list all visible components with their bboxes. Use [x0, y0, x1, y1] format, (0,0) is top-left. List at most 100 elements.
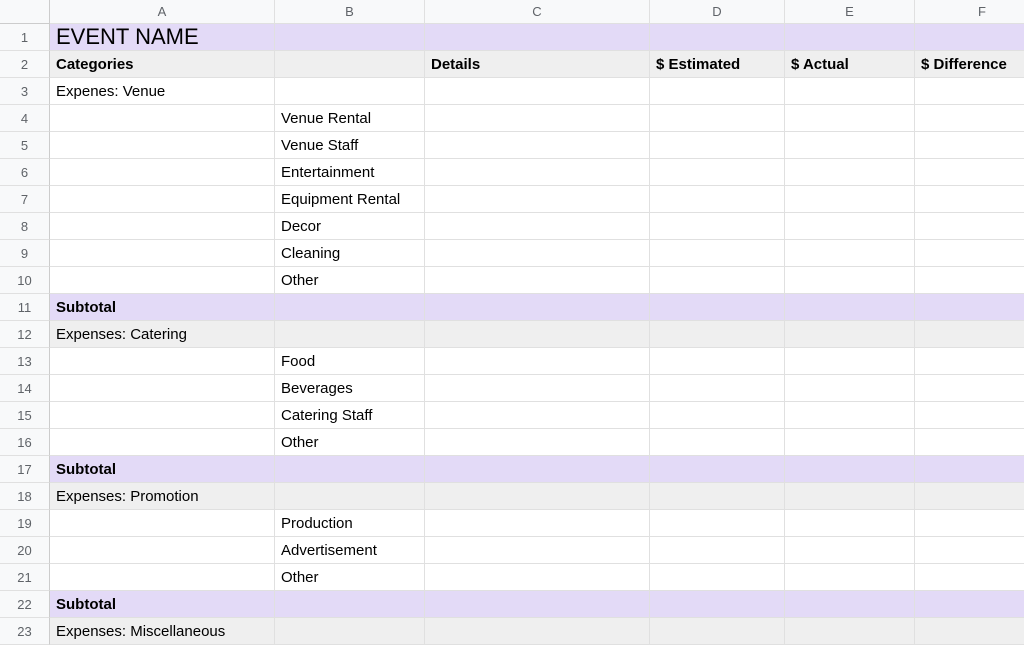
cell-E18[interactable] — [785, 483, 915, 510]
cell-B23[interactable] — [275, 618, 425, 645]
cell-C8[interactable] — [425, 213, 650, 240]
cell-B15[interactable]: Catering Staff — [275, 402, 425, 429]
cell-E20[interactable] — [785, 537, 915, 564]
cell-D19[interactable] — [650, 510, 785, 537]
cell-A19[interactable] — [50, 510, 275, 537]
row-header-4[interactable]: 4 — [0, 105, 50, 132]
cell-B6[interactable]: Entertainment — [275, 159, 425, 186]
cell-F14[interactable] — [915, 375, 1024, 402]
cell-C15[interactable] — [425, 402, 650, 429]
cell-B4[interactable]: Venue Rental — [275, 105, 425, 132]
cell-A20[interactable] — [50, 537, 275, 564]
cell-E9[interactable] — [785, 240, 915, 267]
row-header-2[interactable]: 2 — [0, 51, 50, 78]
cell-F17[interactable] — [915, 456, 1024, 483]
cell-B9[interactable]: Cleaning — [275, 240, 425, 267]
cell-F20[interactable] — [915, 537, 1024, 564]
cell-D2[interactable]: $ Estimated — [650, 51, 785, 78]
cell-E11[interactable] — [785, 294, 915, 321]
row-header-20[interactable]: 20 — [0, 537, 50, 564]
cell-C12[interactable] — [425, 321, 650, 348]
col-header-D[interactable]: D — [650, 0, 785, 24]
cell-D13[interactable] — [650, 348, 785, 375]
cell-D17[interactable] — [650, 456, 785, 483]
cell-E23[interactable] — [785, 618, 915, 645]
cell-B3[interactable] — [275, 78, 425, 105]
row-header-6[interactable]: 6 — [0, 159, 50, 186]
cell-B20[interactable]: Advertisement — [275, 537, 425, 564]
cell-C14[interactable] — [425, 375, 650, 402]
cell-F19[interactable] — [915, 510, 1024, 537]
cell-D23[interactable] — [650, 618, 785, 645]
row-header-16[interactable]: 16 — [0, 429, 50, 456]
row-header-17[interactable]: 17 — [0, 456, 50, 483]
cell-F3[interactable] — [915, 78, 1024, 105]
cell-B21[interactable]: Other — [275, 564, 425, 591]
cell-C6[interactable] — [425, 159, 650, 186]
cell-C11[interactable] — [425, 294, 650, 321]
cell-F1[interactable] — [915, 24, 1024, 51]
cell-D1[interactable] — [650, 24, 785, 51]
row-header-5[interactable]: 5 — [0, 132, 50, 159]
cell-A18[interactable]: Expenses: Promotion — [50, 483, 275, 510]
cell-E19[interactable] — [785, 510, 915, 537]
col-header-E[interactable]: E — [785, 0, 915, 24]
cell-F10[interactable] — [915, 267, 1024, 294]
cell-A14[interactable] — [50, 375, 275, 402]
spreadsheet[interactable]: A B C D E F 1 EVENT NAME 2 Categories De… — [0, 0, 1024, 645]
cell-C5[interactable] — [425, 132, 650, 159]
cell-C19[interactable] — [425, 510, 650, 537]
cell-E4[interactable] — [785, 105, 915, 132]
row-header-8[interactable]: 8 — [0, 213, 50, 240]
cell-B10[interactable]: Other — [275, 267, 425, 294]
cell-E10[interactable] — [785, 267, 915, 294]
cell-E14[interactable] — [785, 375, 915, 402]
cell-E12[interactable] — [785, 321, 915, 348]
cell-F8[interactable] — [915, 213, 1024, 240]
cell-F9[interactable] — [915, 240, 1024, 267]
cell-D10[interactable] — [650, 267, 785, 294]
cell-F7[interactable] — [915, 186, 1024, 213]
row-header-19[interactable]: 19 — [0, 510, 50, 537]
row-header-23[interactable]: 23 — [0, 618, 50, 645]
cell-D21[interactable] — [650, 564, 785, 591]
row-header-3[interactable]: 3 — [0, 78, 50, 105]
row-header-7[interactable]: 7 — [0, 186, 50, 213]
cell-F21[interactable] — [915, 564, 1024, 591]
cell-F16[interactable] — [915, 429, 1024, 456]
row-header-22[interactable]: 22 — [0, 591, 50, 618]
cell-C13[interactable] — [425, 348, 650, 375]
cell-E5[interactable] — [785, 132, 915, 159]
cell-A8[interactable] — [50, 213, 275, 240]
cell-E17[interactable] — [785, 456, 915, 483]
row-header-14[interactable]: 14 — [0, 375, 50, 402]
cell-B22[interactable] — [275, 591, 425, 618]
cell-B5[interactable]: Venue Staff — [275, 132, 425, 159]
cell-B13[interactable]: Food — [275, 348, 425, 375]
cell-B14[interactable]: Beverages — [275, 375, 425, 402]
cell-E22[interactable] — [785, 591, 915, 618]
cell-D5[interactable] — [650, 132, 785, 159]
cell-C20[interactable] — [425, 537, 650, 564]
cell-A17[interactable]: Subtotal — [50, 456, 275, 483]
cell-C1[interactable] — [425, 24, 650, 51]
cell-D12[interactable] — [650, 321, 785, 348]
cell-E16[interactable] — [785, 429, 915, 456]
cell-A13[interactable] — [50, 348, 275, 375]
cell-B12[interactable] — [275, 321, 425, 348]
cell-A3[interactable]: Expenes: Venue — [50, 78, 275, 105]
select-all-corner[interactable] — [0, 0, 50, 24]
cell-F13[interactable] — [915, 348, 1024, 375]
cell-B8[interactable]: Decor — [275, 213, 425, 240]
cell-C2[interactable]: Details — [425, 51, 650, 78]
cell-F4[interactable] — [915, 105, 1024, 132]
row-header-21[interactable]: 21 — [0, 564, 50, 591]
cell-D6[interactable] — [650, 159, 785, 186]
cell-A11[interactable]: Subtotal — [50, 294, 275, 321]
cell-D22[interactable] — [650, 591, 785, 618]
cell-A12[interactable]: Expenses: Catering — [50, 321, 275, 348]
cell-C18[interactable] — [425, 483, 650, 510]
cell-B7[interactable]: Equipment Rental — [275, 186, 425, 213]
cell-D15[interactable] — [650, 402, 785, 429]
cell-A2[interactable]: Categories — [50, 51, 275, 78]
